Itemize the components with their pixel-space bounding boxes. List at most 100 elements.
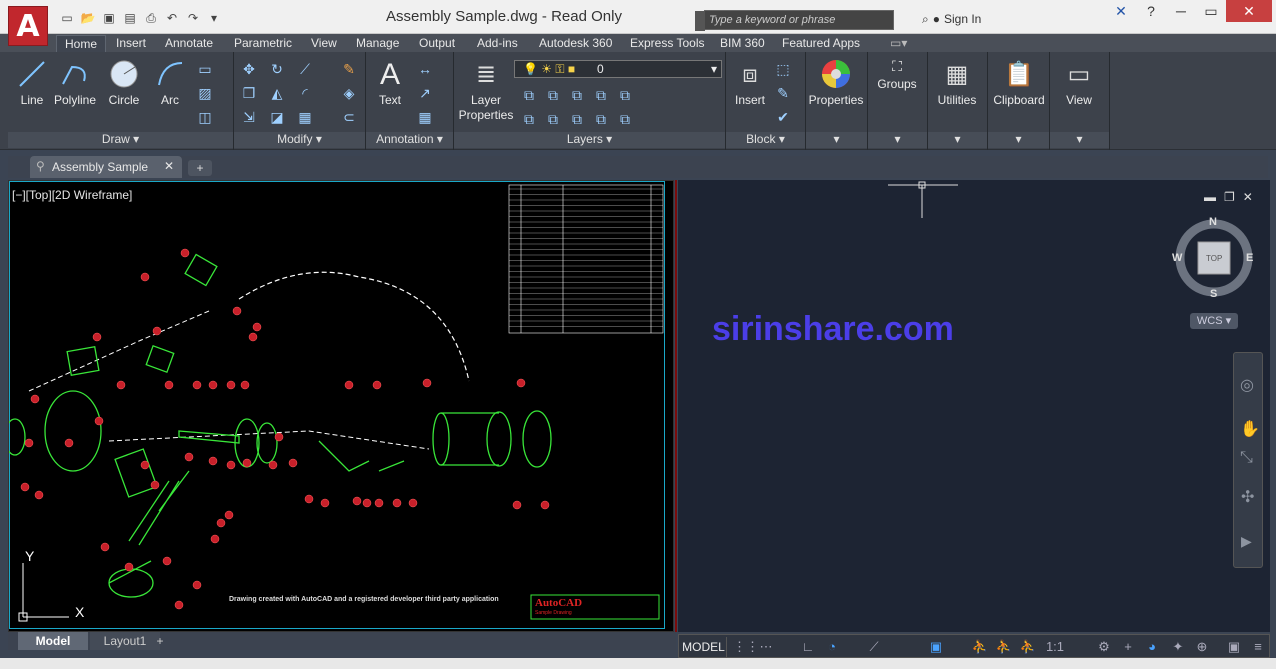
dimension-icon[interactable]: ↔ [416, 60, 434, 78]
viewcube-east[interactable]: E [1246, 252, 1253, 264]
chevron-down-icon[interactable]: ▾ [928, 132, 987, 148]
orbit-icon[interactable]: ✣ [1241, 487, 1254, 507]
left-viewport[interactable]: Y X Drawing created with AutoCAD and a r… [8, 180, 674, 632]
clean-screen-icon[interactable]: ⊕ [1193, 637, 1211, 657]
layer-tool-icon[interactable]: ⧉ [544, 86, 562, 104]
tab-featured-apps[interactable]: Featured Apps [782, 35, 860, 52]
steering-wheel-icon[interactable]: ◎ [1240, 375, 1254, 395]
layer-tool-icon[interactable]: ⧉ [592, 110, 610, 128]
offset-icon[interactable]: ⊂ [340, 108, 358, 126]
zoom-icon[interactable]: ⤡ [1240, 449, 1253, 467]
rotate-icon[interactable]: ↻ [268, 60, 286, 78]
layers-panel-label[interactable]: Layers ▾ [454, 132, 725, 148]
tab-add-ins[interactable]: Add-ins [477, 35, 518, 52]
viewcube-top-face[interactable]: TOP [1206, 254, 1222, 263]
erase-icon[interactable]: ✎ [340, 60, 358, 78]
utilities-panel[interactable]: ▦ Utilities ▾ [928, 52, 988, 150]
layer-dropdown[interactable]: 0 💡 ☀ ⚿ ■ ▾ [514, 60, 722, 78]
tab-bim-360[interactable]: BIM 360 [720, 35, 765, 52]
region-icon[interactable]: ◫ [196, 108, 214, 126]
tab-output[interactable]: Output [419, 35, 455, 52]
chevron-down-icon[interactable]: ▾ [868, 132, 927, 148]
insert-button[interactable]: ⧈ Insert [730, 58, 770, 108]
tab-insert[interactable]: Insert [116, 35, 146, 52]
layer-tool-icon[interactable]: ⧉ [616, 86, 634, 104]
tab-model[interactable]: Model [18, 632, 88, 650]
tab-annotate[interactable]: Annotate [165, 35, 213, 52]
document-tab[interactable]: ⚲ Assembly Sample ✕ [30, 156, 182, 178]
isodraft-icon[interactable]: ⟋ [865, 637, 883, 657]
wcs-menu[interactable]: WCS ▾ [1190, 313, 1238, 329]
ortho-icon[interactable]: ∟ [799, 637, 817, 657]
new-tab-button[interactable]: + [188, 160, 212, 176]
stretch-icon[interactable]: ⇲ [240, 108, 258, 126]
utilities-button[interactable]: ▦ Utilities [928, 58, 986, 108]
rectangle-icon[interactable]: ▭ [196, 60, 214, 78]
viewcube-south[interactable]: S [1210, 288, 1217, 300]
search-input[interactable]: Type a keyword or phrase [695, 10, 894, 31]
layer-tool-icon[interactable]: ⧉ [544, 110, 562, 128]
draw-panel-label[interactable]: Draw ▾ [8, 132, 233, 148]
layer-tool-icon[interactable]: ⧉ [568, 110, 586, 128]
clipboard-button[interactable]: 📋 Clipboard [988, 58, 1050, 108]
sign-in-button[interactable]: ⌕ ● Sign In [922, 12, 981, 27]
layer-tool-icon[interactable]: ⧉ [520, 110, 538, 128]
application-menu-button[interactable]: A [8, 6, 48, 46]
tab-home[interactable]: Home [56, 35, 107, 52]
exchange-icon[interactable]: ✕ [1106, 0, 1136, 22]
leader-icon[interactable]: ↗ [416, 84, 434, 102]
annotation-visibility-icon[interactable]: ⛹ [971, 637, 989, 657]
snap-icon[interactable]: ⋯ [757, 637, 775, 657]
tab-express-tools[interactable]: Express Tools [630, 35, 704, 52]
grid-icon[interactable]: ⋮⋮ [733, 637, 759, 657]
close-button[interactable]: ✕ [1226, 0, 1272, 22]
viewcube-north[interactable]: N [1209, 216, 1217, 228]
fillet-icon[interactable]: ◜ [296, 84, 314, 102]
close-icon[interactable]: ✕ [1243, 190, 1253, 204]
clipboard-panel[interactable]: 📋 Clipboard ▾ [988, 52, 1050, 150]
fullscreen-icon[interactable]: ▣ [1225, 637, 1243, 657]
circle-button[interactable]: Circle [106, 58, 142, 108]
help-icon[interactable]: ? [1136, 0, 1166, 22]
add-layout-button[interactable]: + [150, 632, 170, 650]
annotation-scale-icon[interactable]: ⛹ [995, 637, 1013, 657]
restore-icon[interactable]: ❐ [1224, 190, 1235, 204]
annotation-scale-value[interactable]: 1:1 [1041, 637, 1069, 657]
table-icon[interactable]: ▦ [416, 108, 434, 126]
hatch-icon[interactable]: ▨ [196, 84, 214, 102]
chevron-down-icon[interactable]: ▾ [806, 132, 867, 148]
explode-icon[interactable]: ◈ [340, 84, 358, 102]
move-icon[interactable]: ✥ [240, 60, 258, 78]
layer-tool-icon[interactable]: ⧉ [520, 86, 538, 104]
maximize-button[interactable]: ▭ [1196, 0, 1226, 22]
create-block-icon[interactable]: ⬚ [774, 60, 792, 78]
arc-button[interactable]: Arc [152, 58, 188, 108]
groups-panel[interactable]: ⛶ Groups ▾ [868, 52, 928, 150]
binoculars-icon[interactable]: ⌕ [922, 12, 929, 27]
trim-icon[interactable]: ⟋ [296, 60, 314, 78]
groups-button[interactable]: ⛶ Groups [868, 58, 926, 92]
tab-manage[interactable]: Manage [356, 35, 399, 52]
layer-tool-icon[interactable]: ⧉ [616, 110, 634, 128]
plus-icon[interactable]: + [1119, 637, 1137, 657]
modify-panel-label[interactable]: Modify ▾ [234, 132, 365, 148]
viewport-controls-label[interactable]: [−][Top][2D Wireframe] [12, 188, 132, 202]
annotation-panel-label[interactable]: Annotation ▾ [366, 132, 453, 148]
chevron-down-icon[interactable]: ▾ [988, 132, 1049, 148]
block-panel-label[interactable]: Block ▾ [726, 132, 805, 148]
scale-icon[interactable]: ◪ [268, 108, 286, 126]
annotation-autoscale-icon[interactable]: ⛹ [1019, 637, 1037, 657]
text-button[interactable]: A Text [370, 58, 410, 108]
polar-tracking-icon[interactable]: ◔ [823, 637, 841, 657]
layer-properties-button[interactable]: ≣ Layer Properties [458, 58, 514, 123]
tab-autodesk-360[interactable]: Autodesk 360 [539, 35, 612, 52]
edit-block-icon[interactable]: ✎ [774, 84, 792, 102]
workspace-gear-icon[interactable]: ⚙ [1095, 637, 1113, 657]
minimize-button[interactable]: ─ [1166, 0, 1196, 22]
array-icon[interactable]: ▦ [296, 108, 314, 126]
hardware-acceleration-icon[interactable]: ✦ [1169, 637, 1187, 657]
ribbon-options-icon[interactable]: ▭▾ [890, 35, 907, 52]
viewcube[interactable]: N S E W TOP [1172, 214, 1256, 300]
model-space-button[interactable]: MODEL [681, 637, 727, 657]
properties-button[interactable]: Properties [806, 58, 866, 108]
